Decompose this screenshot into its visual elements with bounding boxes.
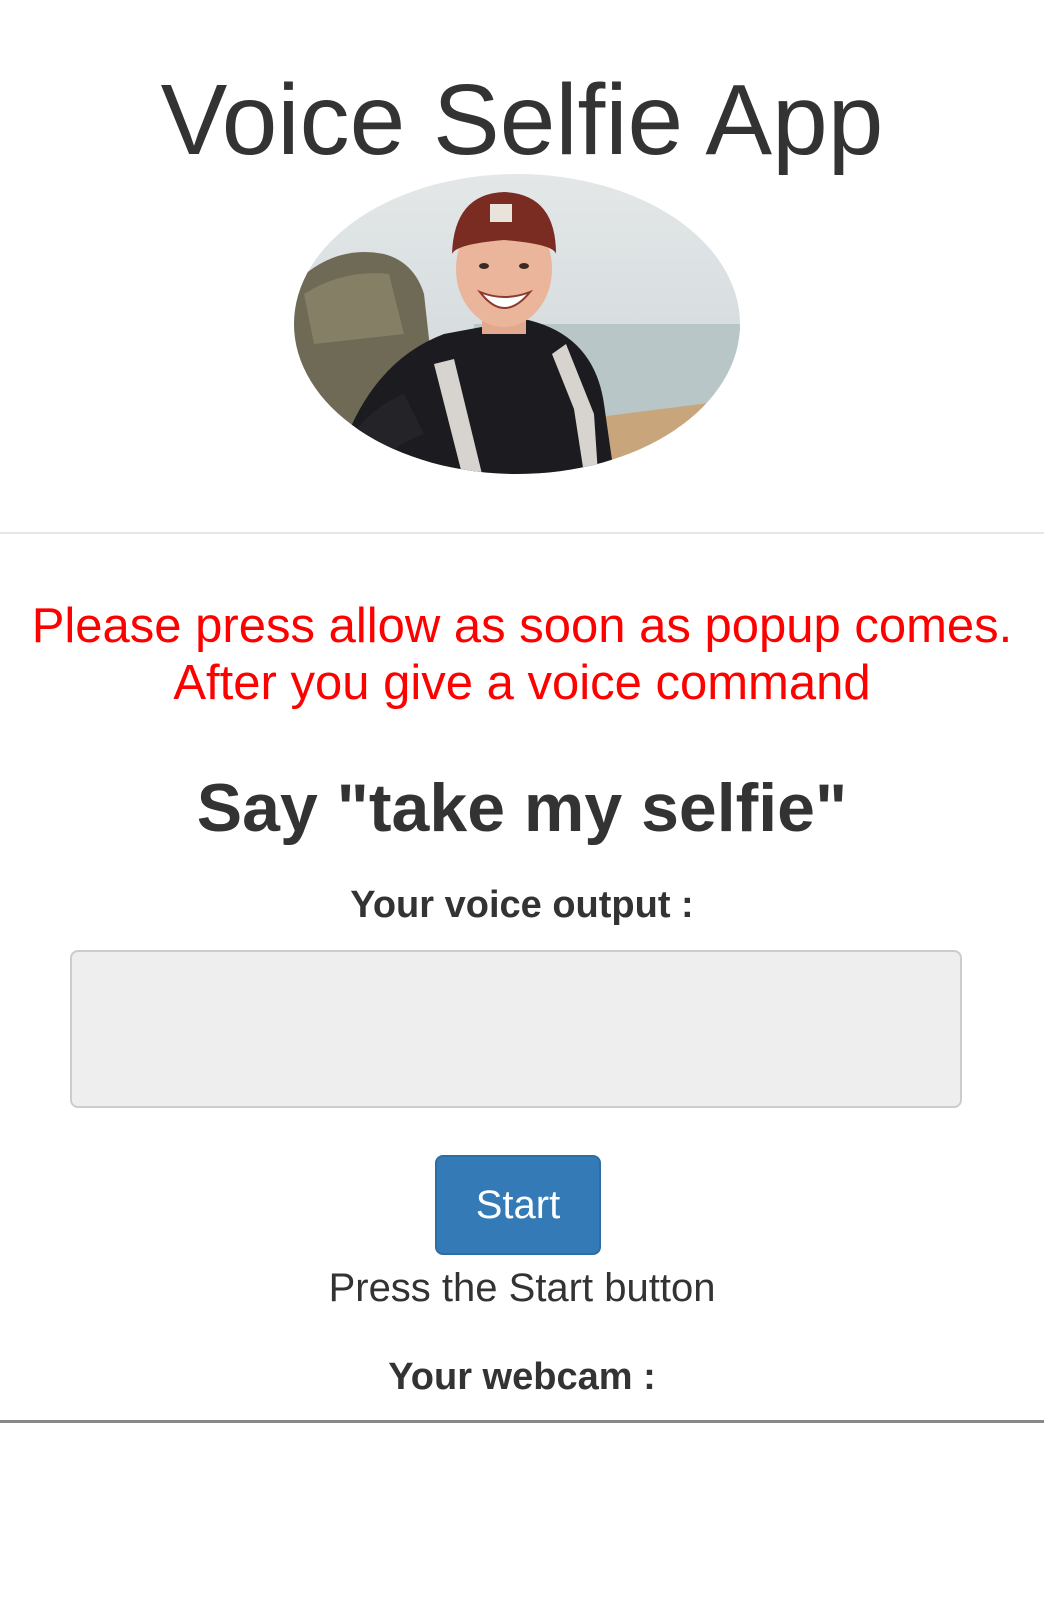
header-divider [0, 532, 1044, 534]
page-title: Voice Selfie App [160, 64, 884, 176]
selfie-photo [294, 174, 740, 474]
webcam-label: Your webcam : [388, 1356, 656, 1398]
hero-image [294, 174, 740, 474]
permission-notice: Please press allow as soon as popup come… [31, 599, 1013, 710]
status-text: Press the Start button [328, 1266, 716, 1310]
start-button[interactable]: Start [435, 1155, 601, 1255]
voice-output-label: Your voice output : [350, 884, 694, 926]
webcam-divider [0, 1420, 1044, 1423]
voice-instruction: Say "take my selfie" [196, 770, 848, 846]
voice-output-field[interactable] [70, 950, 962, 1108]
